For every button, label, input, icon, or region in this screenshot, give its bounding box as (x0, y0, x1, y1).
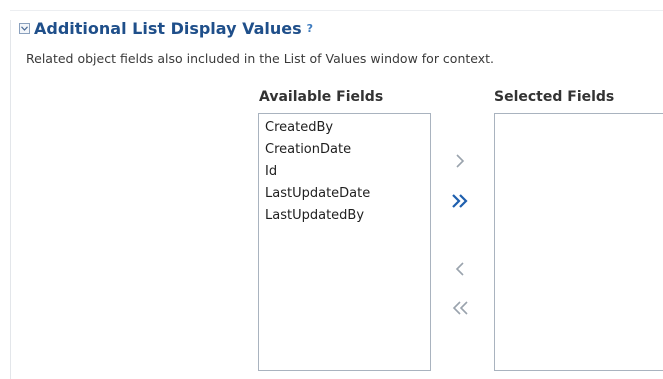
section-instruction: Related object fields also included in t… (26, 51, 495, 66)
available-fields-list[interactable]: CreatedBy CreationDate Id LastUpdateDate Las… (258, 113, 431, 371)
remove-button[interactable] (446, 258, 474, 284)
collapse-toggle-icon[interactable] (19, 22, 30, 34)
remove-all-button[interactable] (446, 297, 474, 323)
available-field-item[interactable]: CreatedBy (259, 117, 430, 139)
available-field-item[interactable]: LastUpdatedBy (259, 205, 430, 227)
chevron-left-icon (453, 261, 467, 281)
additional-list-display-values-panel: Additional List Display Values ? Related… (0, 0, 663, 379)
help-icon[interactable]: ? (307, 22, 313, 35)
double-chevron-left-icon (449, 300, 471, 320)
section-header: Additional List Display Values ? (19, 16, 313, 40)
section-title: Additional List Display Values (34, 18, 302, 38)
move-all-button[interactable] (446, 190, 474, 216)
selected-fields-header: Selected Fields (494, 89, 615, 105)
left-divider (10, 20, 11, 379)
top-divider (10, 10, 663, 11)
move-button[interactable] (446, 150, 474, 176)
chevron-right-icon (453, 153, 467, 173)
available-field-item[interactable]: LastUpdateDate (259, 183, 430, 205)
available-fields-header: Available Fields (259, 89, 384, 105)
available-field-item[interactable]: CreationDate (259, 139, 430, 161)
selected-fields-list[interactable] (494, 113, 663, 371)
double-chevron-right-icon (449, 193, 471, 213)
available-field-item[interactable]: Id (259, 161, 430, 183)
